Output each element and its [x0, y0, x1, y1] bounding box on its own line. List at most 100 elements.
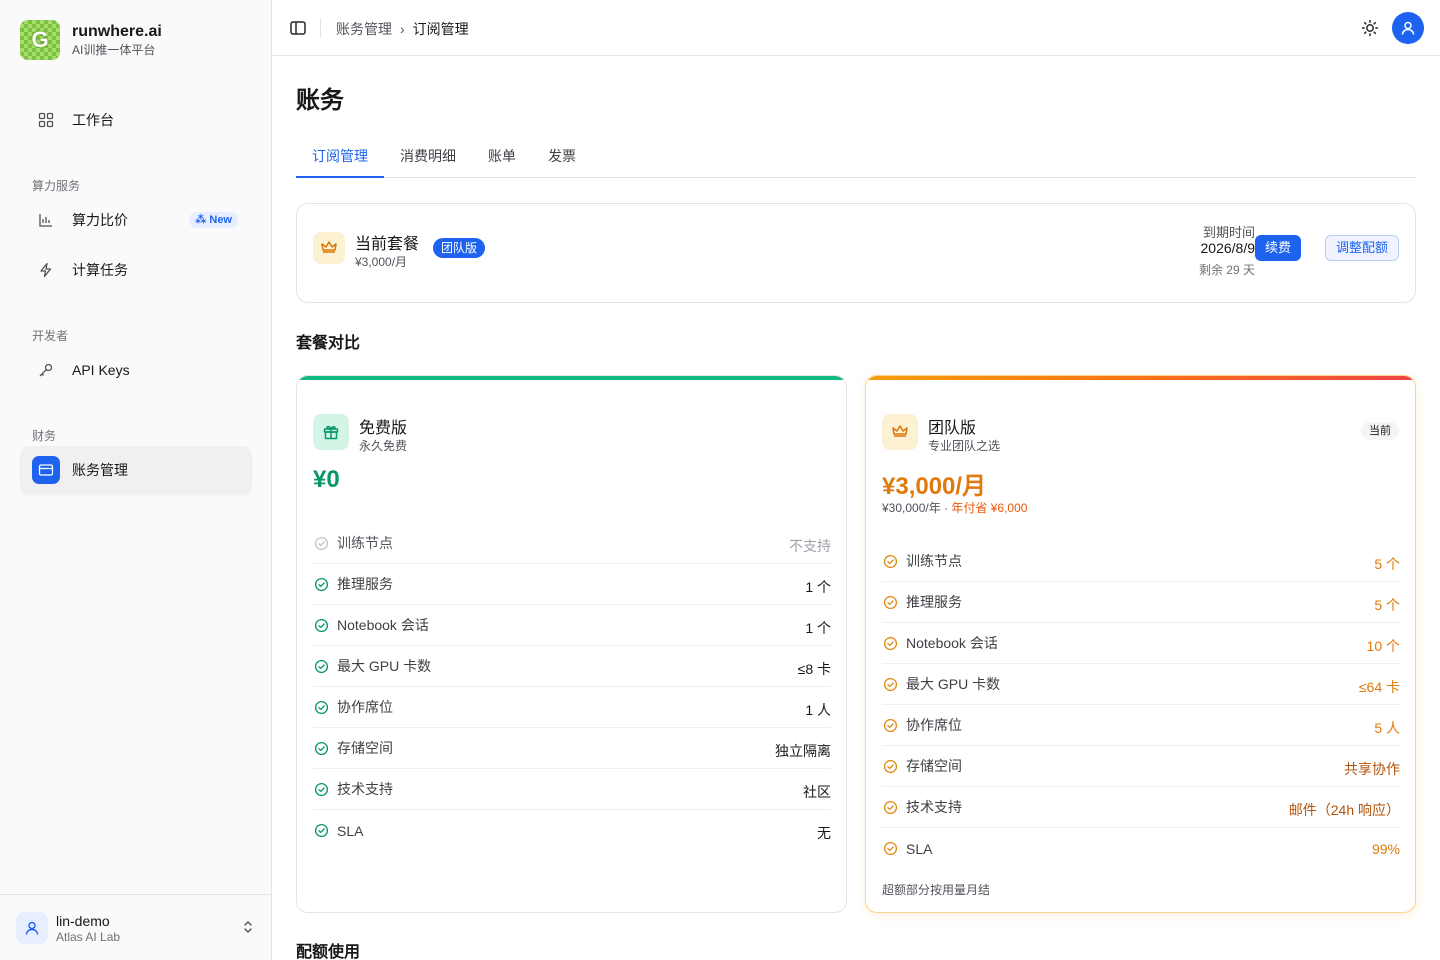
feature-label: 存储空间 — [906, 758, 962, 774]
current-plan-badge: 当前 — [1361, 422, 1399, 440]
feature-value: 共享协作 — [1344, 761, 1400, 777]
feature-value: 独立隔离 — [775, 743, 831, 759]
check-circle-icon — [882, 635, 898, 651]
comparison-title: 套餐对比 — [296, 335, 361, 352]
feature-value: 10 个 — [1366, 638, 1400, 654]
credit-card-icon — [32, 456, 60, 484]
feature-label: 训练节点 — [337, 535, 393, 551]
sidebar-item-compute-compare[interactable]: 算力比价 ⁂ New — [20, 196, 252, 244]
sidebar-section-finance: 财务 — [32, 429, 57, 443]
sidebar-item-label: 算力比价 — [72, 212, 128, 228]
feature-label: SLA — [906, 840, 933, 857]
chevron-right-icon: › — [400, 21, 405, 37]
feature-row: 协作席位 1 人 — [313, 687, 831, 728]
brand-logo: G — [20, 20, 60, 60]
check-circle-icon — [882, 553, 898, 569]
free-plan-card: 免费版 永久免费 ¥0 训练节点 不支持 推理服务 1 个 Notebook 会话 1 个… — [296, 375, 847, 913]
feature-row: 协作席位 5 人 — [882, 705, 1400, 746]
brand-name: runwhere.ai — [72, 23, 162, 40]
check-circle-icon — [882, 841, 898, 857]
feature-value: 1 个 — [805, 579, 831, 595]
feature-label: SLA — [337, 822, 364, 839]
feature-value: 5 个 — [1374, 556, 1400, 572]
team-feature-list: 训练节点 5 个推理服务 5 个 Notebook 会话 10 个最大 GPU 卡数 ≤6… — [882, 541, 1400, 869]
team-plan-yearly: ¥30,000/年 · 年付省 ¥6,000 — [882, 499, 1027, 516]
sidebar-item-workbench[interactable]: 工作台 — [20, 96, 252, 144]
current-plan-price: ¥3,000/月 — [355, 255, 408, 269]
feature-label: 推理服务 — [337, 576, 393, 592]
feature-label: 训练节点 — [906, 553, 962, 569]
page-title: 账务 — [296, 87, 344, 114]
breadcrumb-current: 订阅管理 — [412, 21, 469, 37]
check-circle-icon — [313, 576, 329, 592]
user-name: lin-demo — [56, 912, 110, 929]
feature-value: 1 人 — [805, 702, 831, 718]
sidebar-section-compute: 算力服务 — [32, 179, 81, 193]
feature-row: 存储空间 共享协作 — [882, 746, 1400, 787]
plan-accent-stripe — [297, 376, 846, 380]
grid-icon — [32, 106, 60, 134]
current-plan-label: 当前套餐 — [355, 236, 420, 253]
user-menu[interactable]: lin-demo Atlas AI Lab — [0, 894, 271, 960]
user-icon — [16, 911, 48, 944]
tab-subscription[interactable]: 订阅管理 — [296, 134, 384, 178]
tab-invoices[interactable]: 发票 — [540, 134, 584, 178]
expire-label: 到期时间 — [1202, 225, 1255, 240]
feature-row: 最大 GPU 卡数 ≤64 卡 — [882, 664, 1400, 705]
sidebar-toggle-icon[interactable] — [288, 18, 308, 38]
sun-icon[interactable] — [1360, 18, 1380, 38]
feature-label: 技术支持 — [906, 799, 962, 815]
feature-label: 存储空间 — [337, 740, 393, 756]
feature-row: SLA 99% — [882, 828, 1400, 869]
feature-value: 5 人 — [1374, 720, 1400, 736]
user-avatar-button[interactable] — [1392, 12, 1424, 44]
feature-value: 无 — [817, 825, 831, 841]
sidebar: G runwhere.ai AI训推一体平台 工作台 算力服务 算力比价 ⁂ N… — [0, 0, 272, 960]
tab-bills[interactable]: 账单 — [480, 134, 524, 178]
check-circle-icon — [882, 676, 898, 692]
team-plan-price: ¥3,000/月 — [882, 473, 987, 500]
free-plan-price: ¥0 — [313, 466, 340, 493]
feature-row: 技术支持 邮件（24h 响应） — [882, 787, 1400, 828]
check-circle-icon — [313, 699, 329, 715]
feature-row: 训练节点 5 个 — [882, 541, 1400, 582]
plan-accent-stripe — [866, 376, 1415, 380]
team-plan-card: 团队版 专业团队之选 当前 ¥3,000/月 ¥30,000/年 · 年付省 ¥… — [865, 375, 1416, 913]
crown-icon — [313, 232, 345, 264]
free-plan-subtitle: 永久免费 — [359, 439, 408, 453]
breadcrumb: 账务管理 › 订阅管理 — [336, 19, 469, 39]
feature-value: 社区 — [803, 784, 831, 800]
renew-button[interactable]: 续费 — [1254, 235, 1301, 261]
feature-value: 邮件（24h 响应） — [1288, 802, 1400, 818]
tab-consumption[interactable]: 消费明细 — [392, 134, 464, 178]
chevrons-up-down-icon[interactable] — [241, 919, 255, 940]
user-org: Atlas AI Lab — [56, 929, 121, 944]
sidebar-item-compute-tasks[interactable]: 计算任务 — [20, 246, 252, 294]
check-circle-icon — [313, 823, 329, 839]
brand-subtitle: AI训推一体平台 — [72, 43, 156, 57]
sidebar-item-billing[interactable]: 账务管理 — [20, 446, 252, 494]
lightning-icon — [32, 256, 60, 284]
brand-logo-letter: G — [31, 27, 49, 52]
team-plan-name: 团队版 — [928, 420, 977, 437]
sidebar-item-label: 计算任务 — [72, 262, 128, 278]
feature-row: 存储空间 独立隔离 — [313, 728, 831, 769]
sidebar-item-label: 工作台 — [72, 112, 114, 128]
app-root: G runwhere.ai AI训推一体平台 工作台 算力服务 算力比价 ⁂ N… — [0, 0, 1440, 960]
sidebar-item-api-keys[interactable]: API Keys — [20, 346, 252, 394]
feature-row: Notebook 会话 10 个 — [882, 623, 1400, 664]
feature-label: 技术支持 — [337, 781, 393, 797]
feature-row: SLA 无 — [313, 810, 831, 851]
feature-label: 协作席位 — [906, 717, 962, 733]
feature-value: ≤64 卡 — [1358, 679, 1400, 695]
check-circle-icon — [313, 617, 329, 633]
feature-row: 推理服务 1 个 — [313, 564, 831, 605]
breadcrumb-billing[interactable]: 账务管理 — [336, 19, 392, 39]
check-circle-icon — [882, 717, 898, 733]
adjust-quota-button[interactable]: 调整配额 — [1324, 235, 1399, 261]
feature-label: 最大 GPU 卡数 — [906, 676, 1001, 692]
overage-note: 超额部分按用量月结 — [882, 883, 991, 897]
brand[interactable]: G runwhere.ai AI训推一体平台 — [20, 20, 162, 60]
feature-row: 训练节点 不支持 — [313, 523, 831, 564]
yearly-price: ¥30,000/年 · — [882, 501, 952, 515]
